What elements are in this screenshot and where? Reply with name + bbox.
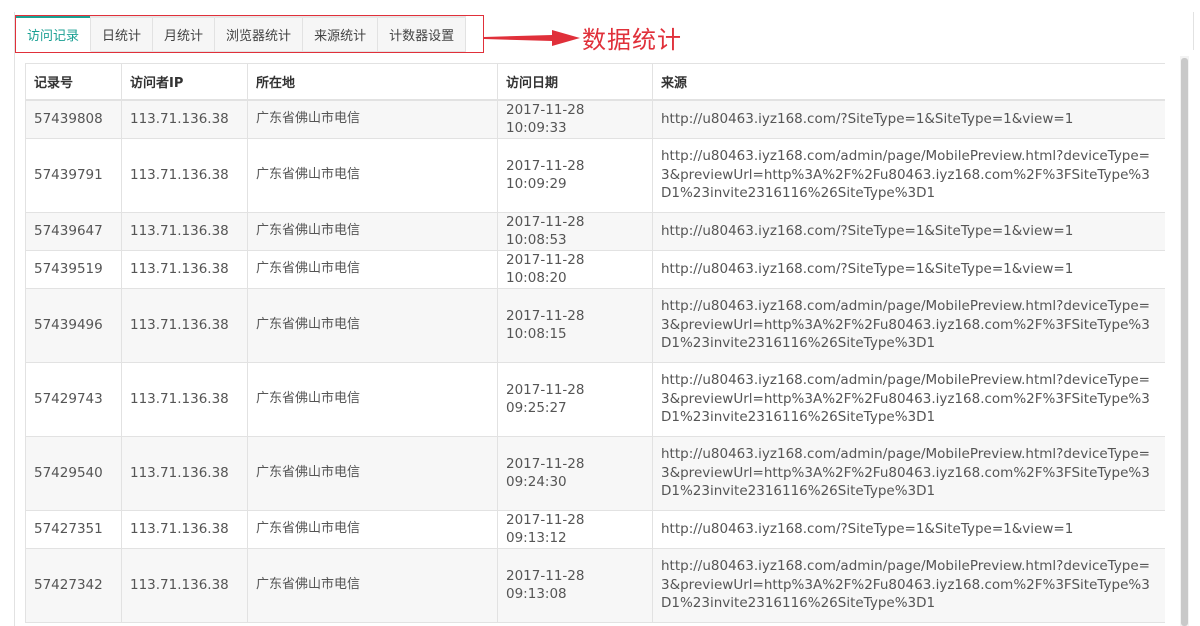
tab-visit-records[interactable]: 访问记录 bbox=[16, 16, 92, 52]
cell-source: http://u80463.iyz168.com/?SiteType=1&Sit… bbox=[652, 99, 1165, 139]
cell-location: 广东省佛山市电信 bbox=[247, 249, 498, 289]
column-header-location: 所在地 bbox=[247, 63, 498, 101]
cell-location: 广东省佛山市电信 bbox=[247, 287, 498, 363]
cell-location: 广东省佛山市电信 bbox=[247, 137, 498, 213]
tab-monthly-stats[interactable]: 月统计 bbox=[153, 18, 216, 52]
cell-location: 广东省佛山市电信 bbox=[247, 435, 498, 511]
cell-source: http://u80463.iyz168.com/?SiteType=1&Sit… bbox=[652, 249, 1165, 289]
cell-source: http://u80463.iyz168.com/admin/page/Mobi… bbox=[652, 137, 1165, 213]
cell-visitor-ip: 113.71.136.38 bbox=[121, 249, 248, 289]
cell-visit-date: 2017-11-28 09:24:30 bbox=[497, 435, 653, 511]
cell-visitor-ip: 113.71.136.38 bbox=[121, 361, 248, 437]
cell-visit-date: 2017-11-28 09:13:08 bbox=[497, 547, 653, 623]
tab-daily-stats[interactable]: 日统计 bbox=[91, 18, 154, 52]
column-header-source: 来源 bbox=[652, 63, 1165, 101]
cell-visit-date: 2017-11-28 09:25:27 bbox=[497, 361, 653, 437]
visit-records-table: 记录号 访问者IP 所在地 访问日期 来源 57439808 113.71.136… bbox=[25, 63, 1165, 626]
column-header-visit-date: 访问日期 bbox=[497, 63, 653, 101]
table-row: 57439519 113.71.136.38 广东省佛山市电信 2017-11-28 … bbox=[25, 249, 1165, 289]
cell-visit-date: 2017-11-28 10:08:53 bbox=[497, 211, 653, 251]
tab-bar: 访问记录 日统计 月统计 浏览器统计 来源统计 计数器设置 bbox=[16, 16, 467, 52]
cell-location: 广东省佛山市电信 bbox=[247, 211, 498, 251]
annotation-arrow-icon bbox=[484, 30, 580, 46]
table-row: 57429743 113.71.136.38 广东省佛山市电信 2017-11-28 … bbox=[25, 361, 1165, 437]
tab-source-stats[interactable]: 来源统计 bbox=[303, 18, 379, 52]
table-row: 57439808 113.71.136.38 广东省佛山市电信 2017-11-28 … bbox=[25, 99, 1165, 139]
cell-record-id: 57439519 bbox=[25, 249, 122, 289]
table-row: 57439647 113.71.136.38 广东省佛山市电信 2017-11-28 … bbox=[25, 211, 1165, 251]
cell-record-id: 57427351 bbox=[25, 509, 122, 549]
cell-visit-date: 2017-11-28 10:08:20 bbox=[497, 249, 653, 289]
cell-source: http://u80463.iyz168.com/admin/page/Mobi… bbox=[652, 361, 1165, 437]
table-header-row: 记录号 访问者IP 所在地 访问日期 来源 bbox=[25, 63, 1165, 101]
cell-visitor-ip: 113.71.136.38 bbox=[121, 435, 248, 511]
cell-record-id: 57439791 bbox=[25, 137, 122, 213]
cell-location: 广东省佛山市电信 bbox=[247, 547, 498, 623]
cell-visitor-ip: 113.71.136.38 bbox=[121, 99, 248, 139]
cell-visit-date: 2017-11-28 10:08:15 bbox=[497, 287, 653, 363]
cell-location: 广东省佛山市电信 bbox=[247, 361, 498, 437]
cell-source: http://u80463.iyz168.com/?SiteType=1&Sit… bbox=[652, 211, 1165, 251]
column-header-record-id: 记录号 bbox=[25, 63, 122, 101]
cell-location: 广东省佛山市电信 bbox=[247, 99, 498, 139]
tab-counter-settings[interactable]: 计数器设置 bbox=[378, 18, 467, 52]
cell-record-id: 57429540 bbox=[25, 435, 122, 511]
cell-source: http://u80463.iyz168.com/admin/page/Mobi… bbox=[652, 287, 1165, 363]
cell-source: http://u80463.iyz168.com/admin/page/Mobi… bbox=[652, 547, 1165, 623]
cell-visit-date: 2017-11-28 10:09:33 bbox=[497, 99, 653, 139]
cell-record-id: 57427342 bbox=[25, 547, 122, 623]
cell-visitor-ip: 113.71.136.38 bbox=[121, 547, 248, 623]
table-row: 57439791 113.71.136.38 广东省佛山市电信 2017-11-28 … bbox=[25, 137, 1165, 213]
cell-record-id: 57439808 bbox=[25, 99, 122, 139]
annotation-label: 数据统计 bbox=[582, 26, 682, 54]
cell-visitor-ip: 113.71.136.38 bbox=[121, 287, 248, 363]
cell-record-id: 57429743 bbox=[25, 361, 122, 437]
cell-record-id: 57439496 bbox=[25, 287, 122, 363]
column-header-visitor-ip: 访问者IP bbox=[121, 63, 248, 101]
cell-source: http://u80463.iyz168.com/admin/page/Mobi… bbox=[652, 435, 1165, 511]
scrollbar-thumb[interactable] bbox=[1181, 58, 1188, 626]
table-row: 57427342 113.71.136.38 广东省佛山市电信 2017-11-28 … bbox=[25, 547, 1165, 623]
cell-source: http://u80463.iyz168.com/?SiteType=1&Sit… bbox=[652, 509, 1165, 549]
cell-visitor-ip: 113.71.136.38 bbox=[121, 211, 248, 251]
cell-visit-date: 2017-11-28 10:09:29 bbox=[497, 137, 653, 213]
cell-location: 广东省佛山市电信 bbox=[247, 509, 498, 549]
cell-record-id: 57439647 bbox=[25, 211, 122, 251]
cell-visit-date: 2017-11-28 09:13:12 bbox=[497, 509, 653, 549]
table-row: 57429540 113.71.136.38 广东省佛山市电信 2017-11-28 … bbox=[25, 435, 1165, 511]
tab-browser-stats[interactable]: 浏览器统计 bbox=[215, 18, 304, 52]
table-row: 57439496 113.71.136.38 广东省佛山市电信 2017-11-28 … bbox=[25, 287, 1165, 363]
cell-visitor-ip: 113.71.136.38 bbox=[121, 509, 248, 549]
table-row: 57427351 113.71.136.38 广东省佛山市电信 2017-11-28 … bbox=[25, 509, 1165, 549]
cell-visitor-ip: 113.71.136.38 bbox=[121, 137, 248, 213]
